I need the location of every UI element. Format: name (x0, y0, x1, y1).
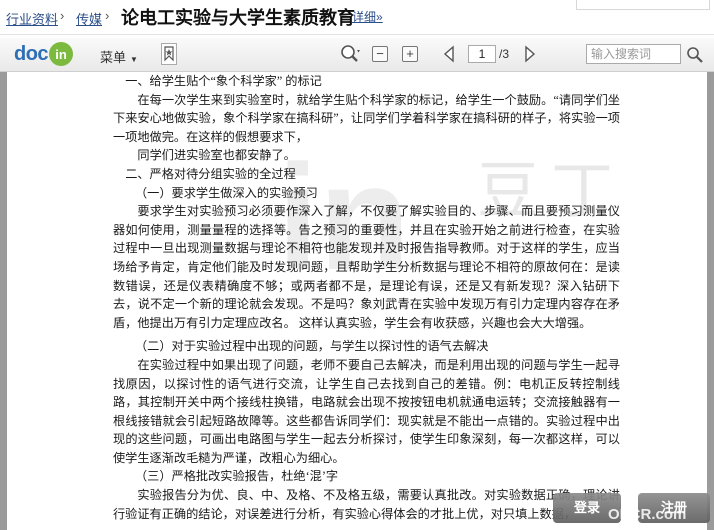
doc-paragraph: 在实验过程中如果出现了问题，老师不要自己去解决，而是利用出现的问题与学生一起寻找… (113, 357, 620, 465)
breadcrumb-item-industry[interactable]: 行业资料 (6, 9, 58, 28)
doc-subheading-2: （二）对于实验过程中出现的问题，与学生以探讨性的语气去解决 (134, 339, 489, 354)
breadcrumb-bar: 行业资料 › 传媒 › 论电工实验与大学生素质教育 详细» (0, 0, 714, 35)
menu-label: 菜单 (100, 50, 127, 65)
bookmark-icon[interactable] (161, 43, 177, 65)
doc-subheading-1: （一）要求学生做深入的实验预习 (134, 185, 318, 200)
page-title: 论电工实验与大学生素质教育 (121, 8, 355, 28)
logo-doc-text: doc (14, 42, 49, 65)
viewer-toolbar: doc in 菜单 ▼ − + 1 /3 (0, 38, 714, 72)
doc-paragraph: 在每一次学生来到实验室时，就给学生贴个科学家的标记，给学生一个鼓励。“请同学们坐… (113, 92, 620, 144)
zoom-in-icon[interactable]: + (402, 46, 418, 62)
doc-paragraph: 实验报告分为优、良、中、及格、不及格五级，需要认真批改。对实验数据正确，理论讲行… (113, 488, 620, 521)
document-content: 一、给学生贴个“象个科学家” 的标记 在每一次学生来到实验室时，就给学生贴个科学… (113, 72, 620, 523)
zoom-out-icon[interactable]: − (372, 46, 388, 62)
detail-link[interactable]: 详细» (352, 8, 383, 25)
doc-paragraph: 要求学生对实验预习必须要作深入了解，不仅要了解实验目的、步骤、而且要预习测量仪器… (113, 204, 620, 330)
menu-dropdown[interactable]: 菜单 ▼ (100, 47, 138, 66)
doc-heading-1: 一、给学生贴个“象个科学家” 的标记 (125, 74, 322, 88)
docin-logo[interactable]: doc in (14, 42, 74, 66)
corner-watermark: OECR.com (608, 506, 687, 523)
document-viewer[interactable]: in 豆丁 一、给学生贴个“象个科学家” 的标记 在每一次学生来到实验室时，就给… (0, 72, 714, 530)
document-page: in 豆丁 一、给学生贴个“象个科学家” 的标记 在每一次学生来到实验室时，就给… (7, 72, 707, 530)
page-total: /3 (499, 47, 510, 61)
search-zoom-icon[interactable] (340, 44, 362, 69)
breadcrumb-separator: › (60, 8, 65, 23)
doc-heading-2: 二、严格对待分组实验的全过程 (125, 166, 296, 181)
chevron-down-icon: ▼ (130, 55, 138, 64)
page-number-input[interactable]: 1 (468, 45, 496, 63)
breadcrumb-item-media[interactable]: 传媒 (76, 9, 102, 28)
top-right-box (576, 0, 710, 10)
search-submit-icon[interactable] (686, 46, 704, 69)
search-input[interactable] (586, 44, 681, 64)
breadcrumb-separator: › (105, 8, 110, 23)
doc-subheading-3: （三）严格批改实验报告，杜绝‘混’字 (134, 469, 339, 484)
logo-in-badge: in (49, 42, 74, 66)
prev-page-icon[interactable] (441, 45, 459, 68)
next-page-icon[interactable] (520, 45, 538, 68)
doc-paragraph: 同学们进实验室也都安静了。 (137, 148, 296, 163)
